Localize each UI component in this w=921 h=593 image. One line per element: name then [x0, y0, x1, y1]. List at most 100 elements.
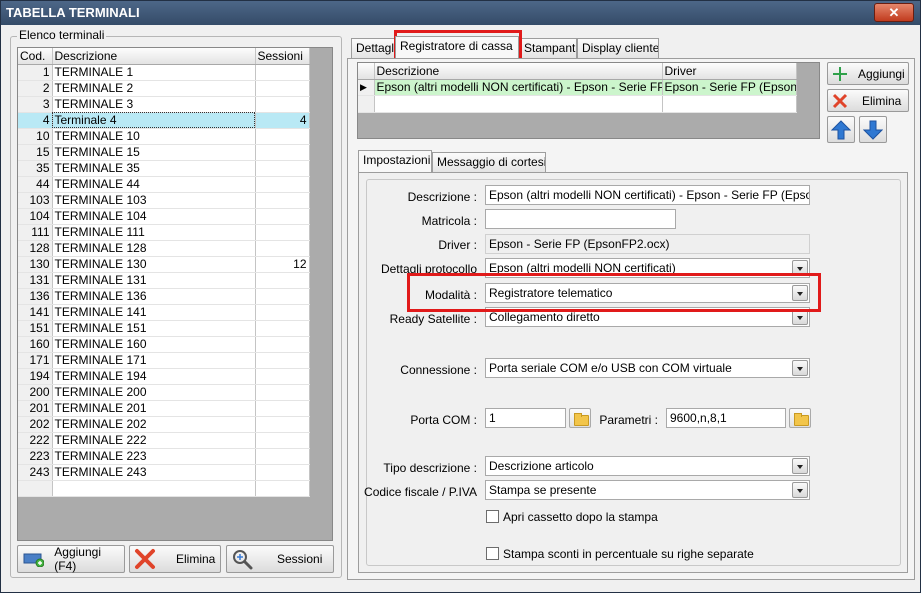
- cell-cod[interactable]: [18, 480, 53, 497]
- cell-descrizione[interactable]: TERMINALE 15: [52, 144, 256, 161]
- cell-descrizione[interactable]: TERMINALE 10: [52, 128, 256, 145]
- add-driver-button[interactable]: Aggiungi: [827, 62, 909, 85]
- cell-descrizione[interactable]: TERMINALE 111: [52, 224, 256, 241]
- cell-sessioni[interactable]: [255, 304, 310, 321]
- cell-cod[interactable]: 202: [18, 416, 53, 433]
- cell-cod[interactable]: 131: [18, 272, 53, 289]
- cell-sessioni[interactable]: [255, 368, 310, 385]
- cell-sessioni[interactable]: [255, 208, 310, 225]
- cell-sessioni[interactable]: [255, 64, 310, 81]
- cell-descrizione[interactable]: TERMINALE 171: [52, 352, 256, 369]
- table-row[interactable]: 35 TERMINALE 35: [18, 160, 310, 177]
- col-header-sessioni[interactable]: Sessioni: [255, 48, 310, 65]
- cell-descrizione[interactable]: [52, 480, 256, 497]
- table-row[interactable]: 1 TERMINALE 1: [18, 64, 310, 81]
- driver-row-descrizione[interactable]: Epson (altri modelli NON certificati) - …: [374, 79, 663, 96]
- table-row[interactable]: 202 TERMINALE 202: [18, 416, 310, 433]
- matricola-input[interactable]: [485, 209, 676, 229]
- cell-descrizione[interactable]: TERMINALE 141: [52, 304, 256, 321]
- table-row[interactable]: 223 TERMINALE 223: [18, 448, 310, 465]
- tipo-descrizione-select[interactable]: Descrizione articolo: [485, 456, 810, 476]
- driver-row[interactable]: ▶ Epson (altri modelli NON certificati) …: [358, 79, 797, 96]
- cell-sessioni[interactable]: [255, 80, 310, 97]
- cell-sessioni[interactable]: [255, 240, 310, 257]
- chevron-down-icon[interactable]: [792, 458, 808, 474]
- cell-descrizione[interactable]: TERMINALE 104: [52, 208, 256, 225]
- cell-cod[interactable]: 35: [18, 160, 53, 177]
- cell-cod[interactable]: 128: [18, 240, 53, 257]
- parametri-input[interactable]: 9600,n,8,1: [666, 408, 786, 428]
- cell-sessioni[interactable]: [255, 176, 310, 193]
- cell-descrizione[interactable]: TERMINALE 35: [52, 160, 256, 177]
- table-row[interactable]: 201 TERMINALE 201: [18, 400, 310, 417]
- connessione-select[interactable]: Porta seriale COM e/o USB con COM virtua…: [485, 358, 810, 378]
- cell-descrizione[interactable]: TERMINALE 202: [52, 416, 256, 433]
- tab-display-cliente[interactable]: Display cliente: [577, 38, 659, 58]
- cell-cod[interactable]: 103: [18, 192, 53, 209]
- delete-driver-button[interactable]: Elimina: [827, 89, 909, 112]
- cell-cod[interactable]: 44: [18, 176, 53, 193]
- driver-col-driver[interactable]: Driver: [662, 63, 797, 80]
- table-row[interactable]: 4 Terminale 44: [18, 112, 310, 129]
- cell-cod[interactable]: 15: [18, 144, 53, 161]
- cell-cod[interactable]: 111: [18, 224, 53, 241]
- col-header-descrizione[interactable]: Descrizione: [52, 48, 256, 65]
- table-row[interactable]: 131 TERMINALE 131: [18, 272, 310, 289]
- table-row[interactable]: 128 TERMINALE 128: [18, 240, 310, 257]
- table-row[interactable]: [18, 480, 310, 497]
- cell-cod[interactable]: 2: [18, 80, 53, 97]
- cell-sessioni[interactable]: 4: [255, 112, 310, 129]
- apri-cassetto-checkbox[interactable]: [486, 510, 499, 523]
- cell-cod[interactable]: 160: [18, 336, 53, 353]
- tab-stampanti[interactable]: Stampanti: [519, 38, 577, 58]
- cell-sessioni[interactable]: [255, 448, 310, 465]
- cell-cod[interactable]: 194: [18, 368, 53, 385]
- stampa-sconti-checkbox[interactable]: [486, 547, 499, 560]
- cell-cod[interactable]: 104: [18, 208, 53, 225]
- codice-fiscale-select[interactable]: Stampa se presente: [485, 480, 810, 500]
- porta-com-input[interactable]: 1: [485, 408, 566, 428]
- cell-sessioni[interactable]: 12: [255, 256, 310, 273]
- chevron-down-icon[interactable]: [792, 482, 808, 498]
- table-row[interactable]: 151 TERMINALE 151: [18, 320, 310, 337]
- cell-cod[interactable]: 3: [18, 96, 53, 113]
- cell-sessioni[interactable]: [255, 320, 310, 337]
- cell-sessioni[interactable]: [255, 464, 310, 481]
- cell-descrizione[interactable]: TERMINALE 201: [52, 400, 256, 417]
- table-row[interactable]: 3 TERMINALE 3: [18, 96, 310, 113]
- table-row[interactable]: 15 TERMINALE 15: [18, 144, 310, 161]
- cell-descrizione[interactable]: TERMINALE 160: [52, 336, 256, 353]
- delete-terminal-button[interactable]: Elimina: [129, 545, 221, 573]
- cell-sessioni[interactable]: [255, 160, 310, 177]
- cell-sessioni[interactable]: [255, 96, 310, 113]
- table-row[interactable]: 103 TERMINALE 103: [18, 192, 310, 209]
- cell-sessioni[interactable]: [255, 352, 310, 369]
- subtab-impostazioni[interactable]: Impostazioni: [358, 150, 432, 172]
- cell-descrizione[interactable]: TERMINALE 151: [52, 320, 256, 337]
- cell-cod[interactable]: 201: [18, 400, 53, 417]
- driver-grid[interactable]: Descrizione Driver ▶ Epson (altri modell…: [357, 62, 820, 139]
- table-row[interactable]: 130 TERMINALE 130 12: [18, 256, 310, 273]
- cell-sessioni[interactable]: [255, 144, 310, 161]
- cell-sessioni[interactable]: [255, 128, 310, 145]
- cell-sessioni[interactable]: [255, 384, 310, 401]
- terminals-grid[interactable]: Cod. Descrizione Sessioni 1 TERMINALE 12T…: [17, 47, 333, 541]
- driver-col-descrizione[interactable]: Descrizione: [374, 63, 663, 80]
- cell-cod[interactable]: 10: [18, 128, 53, 145]
- driver-row-driver[interactable]: Epson - Serie FP (Epson...: [662, 79, 797, 96]
- table-row[interactable]: 111 TERMINALE 111: [18, 224, 310, 241]
- cell-sessioni[interactable]: [255, 336, 310, 353]
- cell-sessioni[interactable]: [255, 192, 310, 209]
- stampa-sconti-label[interactable]: Stampa sconti in percentuale su righe se…: [503, 547, 754, 561]
- cell-descrizione[interactable]: TERMINALE 243: [52, 464, 256, 481]
- cell-descrizione[interactable]: Terminale 4: [52, 112, 256, 129]
- table-row[interactable]: 2 TERMINALE 2: [18, 80, 310, 97]
- cell-cod[interactable]: 4: [18, 112, 53, 129]
- col-header-cod[interactable]: Cod.: [18, 48, 53, 65]
- table-row[interactable]: 222 TERMINALE 222: [18, 432, 310, 449]
- cell-cod[interactable]: 223: [18, 448, 53, 465]
- subtab-messaggio-di-cortesia[interactable]: Messaggio di cortesia: [432, 152, 546, 172]
- apri-cassetto-label[interactable]: Apri cassetto dopo la stampa: [503, 510, 658, 524]
- move-up-button[interactable]: [827, 116, 855, 143]
- cell-sessioni[interactable]: [255, 432, 310, 449]
